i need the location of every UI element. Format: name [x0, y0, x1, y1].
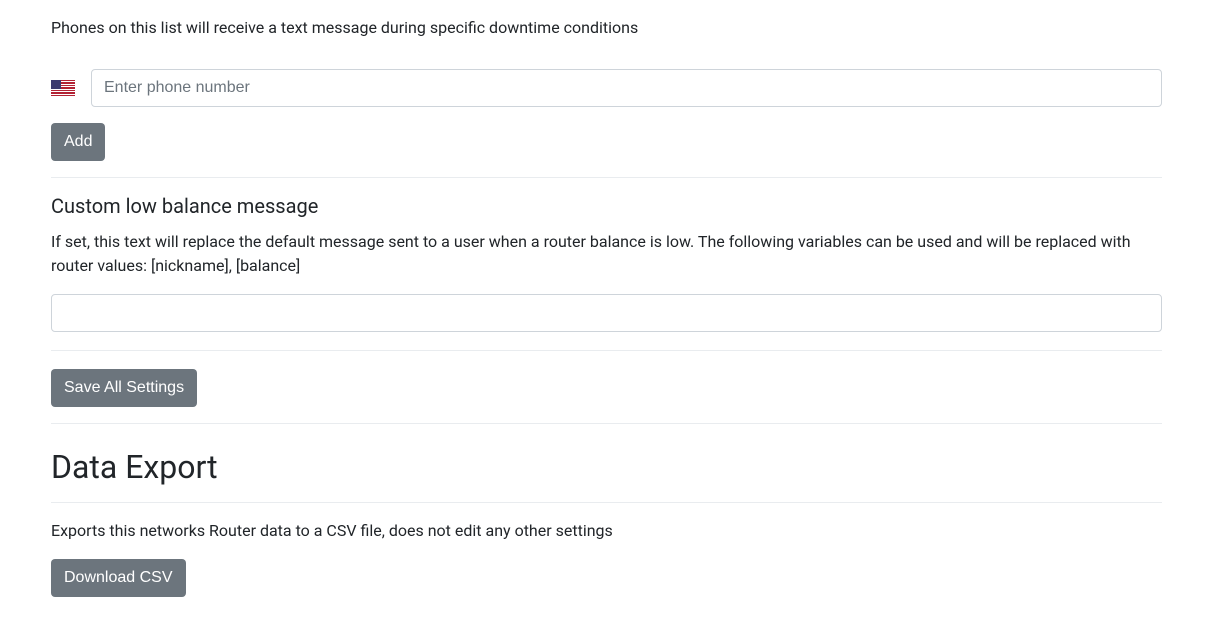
- save-all-settings-button[interactable]: Save All Settings: [51, 369, 197, 407]
- divider: [51, 423, 1162, 424]
- download-csv-button[interactable]: Download CSV: [51, 559, 186, 597]
- custom-message-help: If set, this text will replace the defau…: [51, 230, 1162, 278]
- divider: [51, 502, 1162, 503]
- custom-message-heading: Custom low balance message: [51, 194, 1162, 218]
- us-flag-icon[interactable]: [51, 80, 75, 96]
- phone-input-row: [51, 69, 1162, 107]
- phone-list-description: Phones on this list will receive a text …: [51, 18, 1162, 37]
- data-export-heading: Data Export: [51, 448, 1162, 486]
- divider: [51, 350, 1162, 351]
- divider: [51, 177, 1162, 178]
- custom-message-input[interactable]: [51, 294, 1162, 332]
- data-export-help: Exports this networks Router data to a C…: [51, 519, 1162, 543]
- add-phone-button[interactable]: Add: [51, 123, 105, 161]
- settings-panel: Phones on this list will receive a text …: [0, 18, 1213, 597]
- phone-number-input[interactable]: [91, 69, 1162, 107]
